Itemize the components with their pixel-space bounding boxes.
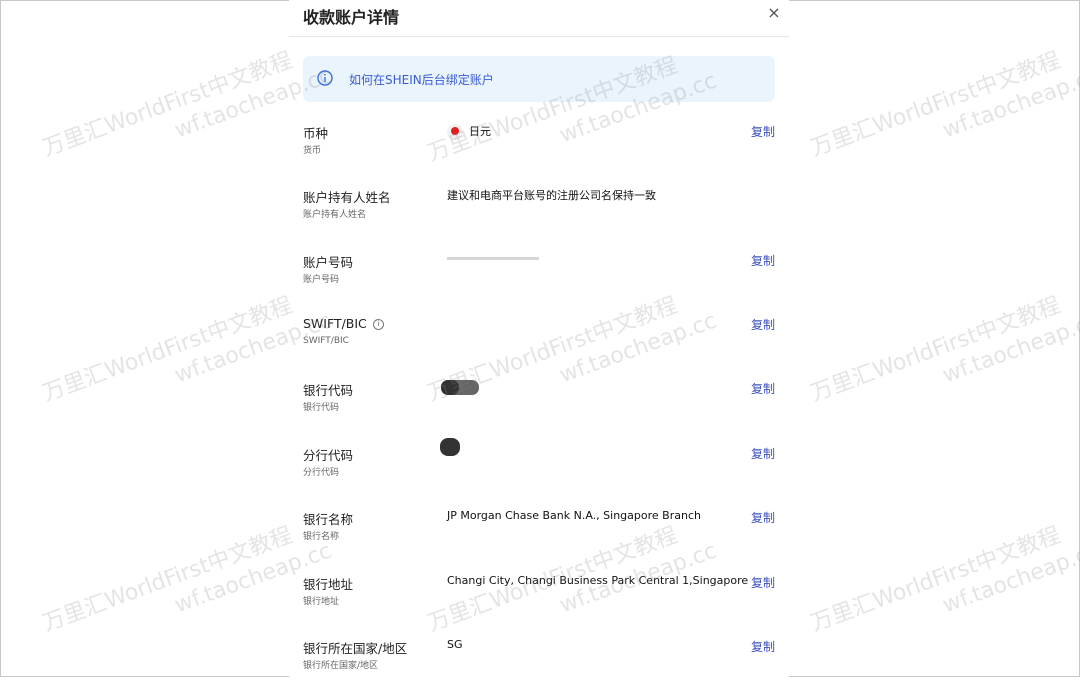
bank-name-label: 银行名称 (303, 512, 354, 527)
account-number-redacted (447, 257, 539, 260)
copy-button-bank-country[interactable]: 复制 (751, 638, 775, 655)
currency-label: 币种 (303, 126, 329, 141)
account-holder-row: 账户持有人姓名 账户持有人姓名 建议和电商平台账号的注册公司名保持一致 (303, 187, 775, 237)
swift-row: SWIFT/BIC i SWIFT/BIC 复制 (303, 316, 775, 366)
account-holder-sublabel: 账户持有人姓名 (303, 210, 367, 220)
account-number-label: 账户号码 (303, 255, 354, 270)
currency-sublabel: 货币 (303, 146, 322, 156)
bank-country-sublabel: 银行所在国家/地区 (303, 661, 379, 671)
help-link[interactable]: 如何在SHEIN后台绑定账户 (349, 71, 494, 88)
close-icon[interactable]: × (765, 4, 783, 22)
account-number-sublabel: 账户号码 (303, 275, 340, 285)
header-divider (289, 36, 789, 37)
copy-button-branch-code[interactable]: 复制 (751, 445, 775, 462)
currency-row: 币种 货币 日元 复制 (303, 123, 775, 173)
info-icon (317, 70, 333, 86)
help-banner[interactable]: 如何在SHEIN后台绑定账户 (303, 56, 775, 102)
branch-code-redacted (440, 438, 460, 456)
branch-code-sublabel: 分行代码 (303, 468, 340, 478)
bank-country-value: SG (447, 638, 463, 651)
bank-address-row: 银行地址 银行地址 Changi City, Changi Business P… (303, 574, 775, 624)
japan-flag-icon (447, 124, 463, 140)
swift-info-icon[interactable]: i (372, 319, 384, 330)
branch-code-label: 分行代码 (303, 448, 354, 463)
bank-address-sublabel: 银行地址 (303, 597, 340, 607)
bank-code-row: 银行代码 银行代码 复制 (303, 380, 775, 430)
branch-code-row: 分行代码 分行代码 复制 (303, 438, 775, 495)
swift-sublabel: SWIFT/BIC (303, 336, 349, 346)
bank-country-row: 银行所在国家/地区 银行所在国家/地区 SG 复制 (303, 638, 775, 688)
bank-name-value: JP Morgan Chase Bank N.A., Singapore Bra… (447, 509, 701, 522)
swift-label: SWIFT/BIC i (303, 316, 384, 331)
bank-code-redacted (441, 380, 479, 395)
bank-code-label: 银行代码 (303, 383, 354, 398)
account-holder-value: 建议和电商平台账号的注册公司名保持一致 (447, 189, 656, 202)
copy-button-swift[interactable]: 复制 (751, 316, 775, 333)
bank-address-label: 银行地址 (303, 577, 354, 592)
copy-button-bank-code[interactable]: 复制 (751, 380, 775, 397)
copy-button-bank-address[interactable]: 复制 (751, 574, 775, 591)
currency-value-text: 日元 (469, 125, 491, 138)
currency-value: 日元 (447, 123, 491, 140)
account-details-dialog: 收款账户详情 × 如何在SHEIN后台绑定账户 币种 货币 日元 复制 账户持有… (289, 0, 789, 677)
copy-button-currency[interactable]: 复制 (751, 123, 775, 140)
bank-code-sublabel: 银行代码 (303, 403, 340, 413)
copy-button-bank-name[interactable]: 复制 (751, 509, 775, 526)
copy-button-account-number[interactable]: 复制 (751, 252, 775, 269)
bank-name-row: 银行名称 银行名称 JP Morgan Chase Bank N.A., Sin… (303, 509, 775, 559)
bank-country-label: 银行所在国家/地区 (303, 641, 408, 656)
bank-address-value: Changi City, Changi Business Park Centra… (447, 574, 749, 587)
account-holder-label: 账户持有人姓名 (303, 190, 391, 205)
dialog-title: 收款账户详情 (303, 8, 400, 27)
account-number-row: 账户号码 账户号码 复制 (303, 252, 775, 302)
bank-name-sublabel: 银行名称 (303, 532, 340, 542)
